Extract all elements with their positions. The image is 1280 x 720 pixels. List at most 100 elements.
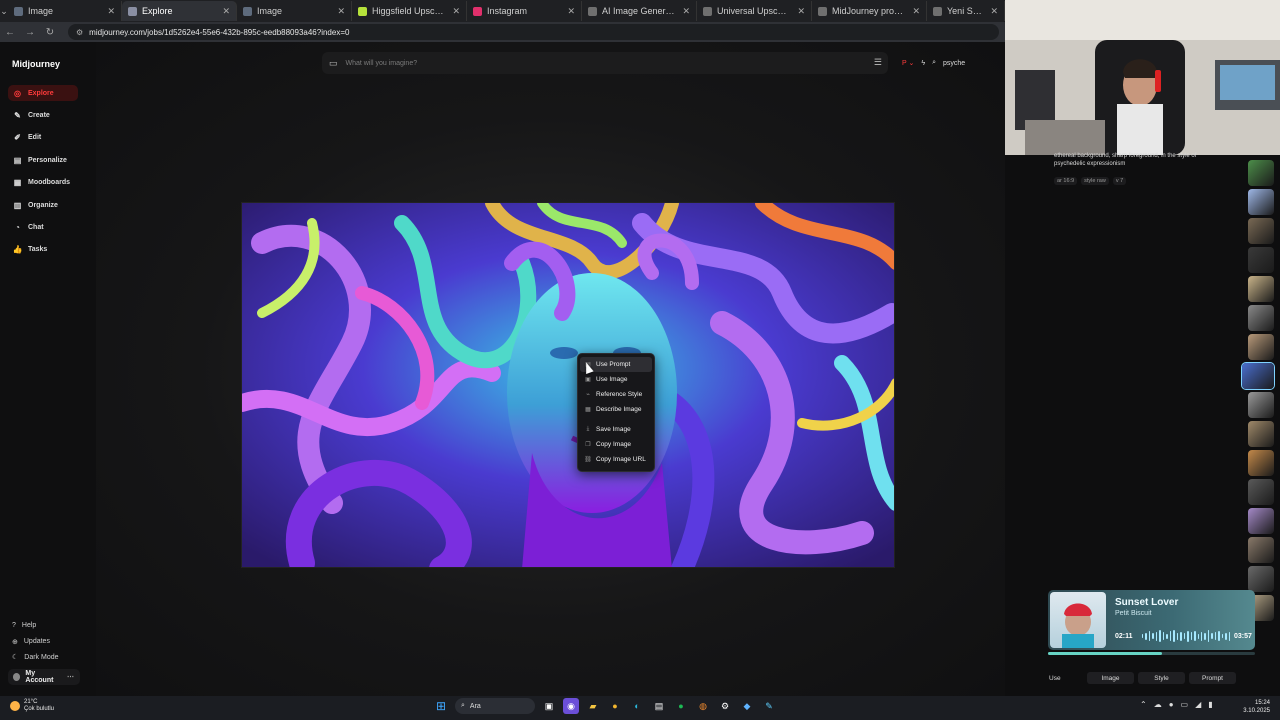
tab-close-icon[interactable]: ✕ [107, 6, 115, 17]
forward-icon[interactable]: → [24, 27, 36, 38]
browser-tab[interactable]: AI Image Generator - Create ✕ [582, 1, 697, 21]
browser-tab[interactable]: Image ✕ [8, 1, 122, 21]
use-prompt-button[interactable]: Prompt [1189, 672, 1236, 684]
thumbnail[interactable] [1248, 450, 1274, 476]
browser-tab[interactable]: Image ✕ [237, 1, 352, 21]
sidebar-item-organize[interactable]: ▥ Organize [8, 197, 78, 213]
sidebar-footer-help[interactable]: ? Help [12, 622, 36, 629]
windows-start-icon[interactable]: ⊞ [433, 698, 449, 714]
search-icon[interactable]: ⌕ [932, 59, 936, 67]
waveform-bar [1166, 633, 1168, 639]
tab-close-icon[interactable]: ✕ [990, 6, 998, 17]
personalize-icon[interactable]: P ⌄ [902, 59, 914, 67]
browser-tab[interactable]: Universal Upscaler - Leonard ✕ [697, 1, 812, 21]
browser-tab[interactable]: Instagram ✕ [467, 1, 582, 21]
sidebar-item-tasks[interactable]: 👍 Tasks [8, 242, 78, 258]
use-style-button[interactable]: Style [1138, 672, 1185, 684]
search-query[interactable]: psyche [943, 60, 965, 67]
sidebar-item-personalize[interactable]: ▤ Personalize [8, 152, 78, 168]
menu-item-copy-image[interactable]: ❐ Copy Image [580, 437, 652, 452]
chrome-icon[interactable]: ● [607, 698, 623, 714]
system-clock[interactable]: 15:24 3.10.2025 [1238, 699, 1270, 715]
menu-item-copy-image-url[interactable]: ⛓ Copy Image URL [580, 452, 652, 467]
taskbar-search[interactable]: ⌕ Ara [455, 698, 535, 714]
sidebar-footer-dark-mode[interactable]: ☾ Dark Mode [12, 653, 59, 662]
app-icon[interactable]: ◆ [739, 698, 755, 714]
parameter-tag[interactable]: v 7 [1112, 177, 1127, 185]
thumbnail[interactable] [1248, 392, 1274, 418]
tab-search-icon[interactable]: ⌄ [0, 0, 8, 22]
music-progress-bar[interactable] [1048, 652, 1255, 655]
sidebar-item-edit[interactable]: ✐ Edit [8, 130, 78, 146]
reload-icon[interactable]: ↻ [44, 27, 56, 38]
tab-close-icon[interactable]: ✕ [682, 6, 690, 17]
thumbnail[interactable] [1248, 305, 1274, 331]
sidebar-item-label: Moodboards [28, 179, 70, 187]
prompt-bar[interactable]: ▭ What will you imagine? ☰ [322, 52, 888, 74]
mic-icon[interactable]: ● [1169, 700, 1174, 709]
parameter-tag[interactable]: style raw [1081, 177, 1109, 185]
thumbnail[interactable] [1248, 160, 1274, 186]
image-prompt-icon[interactable]: ▭ [329, 58, 338, 69]
thumbnail[interactable] [1248, 566, 1274, 592]
browser-tab[interactable]: Explore ✕ [122, 1, 237, 21]
tab-close-icon[interactable]: ✕ [222, 6, 230, 17]
more-icon[interactable]: ⋯ [67, 673, 74, 681]
tab-close-icon[interactable]: ✕ [797, 6, 805, 17]
thumbnail[interactable] [1248, 537, 1274, 563]
thumbnail[interactable] [1248, 421, 1274, 447]
settings-icon[interactable]: ⚙ [717, 698, 733, 714]
edge-icon[interactable]: ◐ [629, 698, 645, 714]
parameter-tag[interactable]: ar 16:9 [1054, 177, 1078, 185]
waveform-bar [1183, 633, 1186, 639]
tray-chevron-icon[interactable]: ⌃ [1140, 700, 1147, 709]
thumbnail[interactable] [1248, 276, 1274, 302]
sidebar-item-chat[interactable]: ◔ Chat [8, 219, 78, 235]
sidebar-footer-updates[interactable]: ⊕ Updates [12, 638, 50, 646]
file-explorer-icon[interactable]: ▰ [585, 698, 601, 714]
thumbnail[interactable] [1248, 334, 1274, 360]
thumbnail[interactable] [1248, 479, 1274, 505]
tab-close-icon[interactable]: ✕ [337, 6, 345, 17]
spotify-icon[interactable]: ● [673, 698, 689, 714]
back-icon[interactable]: ← [4, 27, 16, 38]
network-icon[interactable]: ▭ [1181, 700, 1189, 709]
thumbnail[interactable] [1248, 508, 1274, 534]
thumbnail[interactable] [1242, 363, 1274, 389]
browser-tab[interactable]: MidJourney prompt oluşturm ✕ [812, 1, 927, 21]
weather-icon [10, 701, 20, 711]
browser-tab[interactable]: Yeni Sekme ✕ [927, 1, 1005, 21]
battery-icon[interactable]: ▮ [1208, 700, 1212, 709]
sidebar-item-create[interactable]: ✎ Create [8, 107, 78, 123]
cloud-icon[interactable]: ☁ [1154, 700, 1162, 709]
thumbnail[interactable] [1248, 189, 1274, 215]
store-icon[interactable]: ▤ [651, 698, 667, 714]
menu-item-use-image[interactable]: ▣ Use Image [580, 372, 652, 387]
use-image-button[interactable]: Image [1087, 672, 1134, 684]
browser-tab[interactable]: Higgsfield Upscale – AI Imag ✕ [352, 1, 467, 21]
sidebar-item-explore[interactable]: ◎ Explore [8, 85, 78, 101]
menu-item-save-image[interactable]: ⤓ Save Image [580, 422, 652, 437]
site-info-icon[interactable]: ⚙ [76, 28, 83, 37]
url-field[interactable]: ⚙ midjourney.com/jobs/1d5262e4-55e6-432b… [68, 24, 999, 40]
tab-close-icon[interactable]: ✕ [452, 6, 460, 17]
browser-active-icon[interactable]: ◍ [695, 698, 711, 714]
thumbnail[interactable] [1248, 247, 1274, 273]
copilot-icon[interactable]: ◉ [563, 698, 579, 714]
tool-icon[interactable]: ✎ [761, 698, 777, 714]
generated-image[interactable] [241, 202, 895, 568]
thumbnail[interactable] [1248, 218, 1274, 244]
weather-widget[interactable]: 21°C Çok bulutlu [10, 699, 54, 713]
menu-item-describe-image[interactable]: ▦ Describe Image [580, 402, 652, 417]
tab-close-icon[interactable]: ✕ [912, 6, 920, 17]
menu-item-reference-style[interactable]: ⌁ Reference Style [580, 387, 652, 402]
my-account-button[interactable]: My Account ⋯ [8, 669, 80, 685]
task-view-icon[interactable]: ▣ [541, 698, 557, 714]
tab-close-icon[interactable]: ✕ [567, 6, 575, 17]
settings-sliders-icon[interactable]: ☰ [874, 57, 882, 68]
volume-icon[interactable]: ◢ [1195, 700, 1201, 709]
prompt-text[interactable]: ethereal background, sharp foreground, i… [1054, 152, 1229, 168]
speed-icon[interactable]: ϟ [921, 60, 925, 67]
brand-logo[interactable]: Midjourney [12, 59, 60, 69]
sidebar-item-moodboards[interactable]: ▦ Moodboards [8, 175, 78, 191]
